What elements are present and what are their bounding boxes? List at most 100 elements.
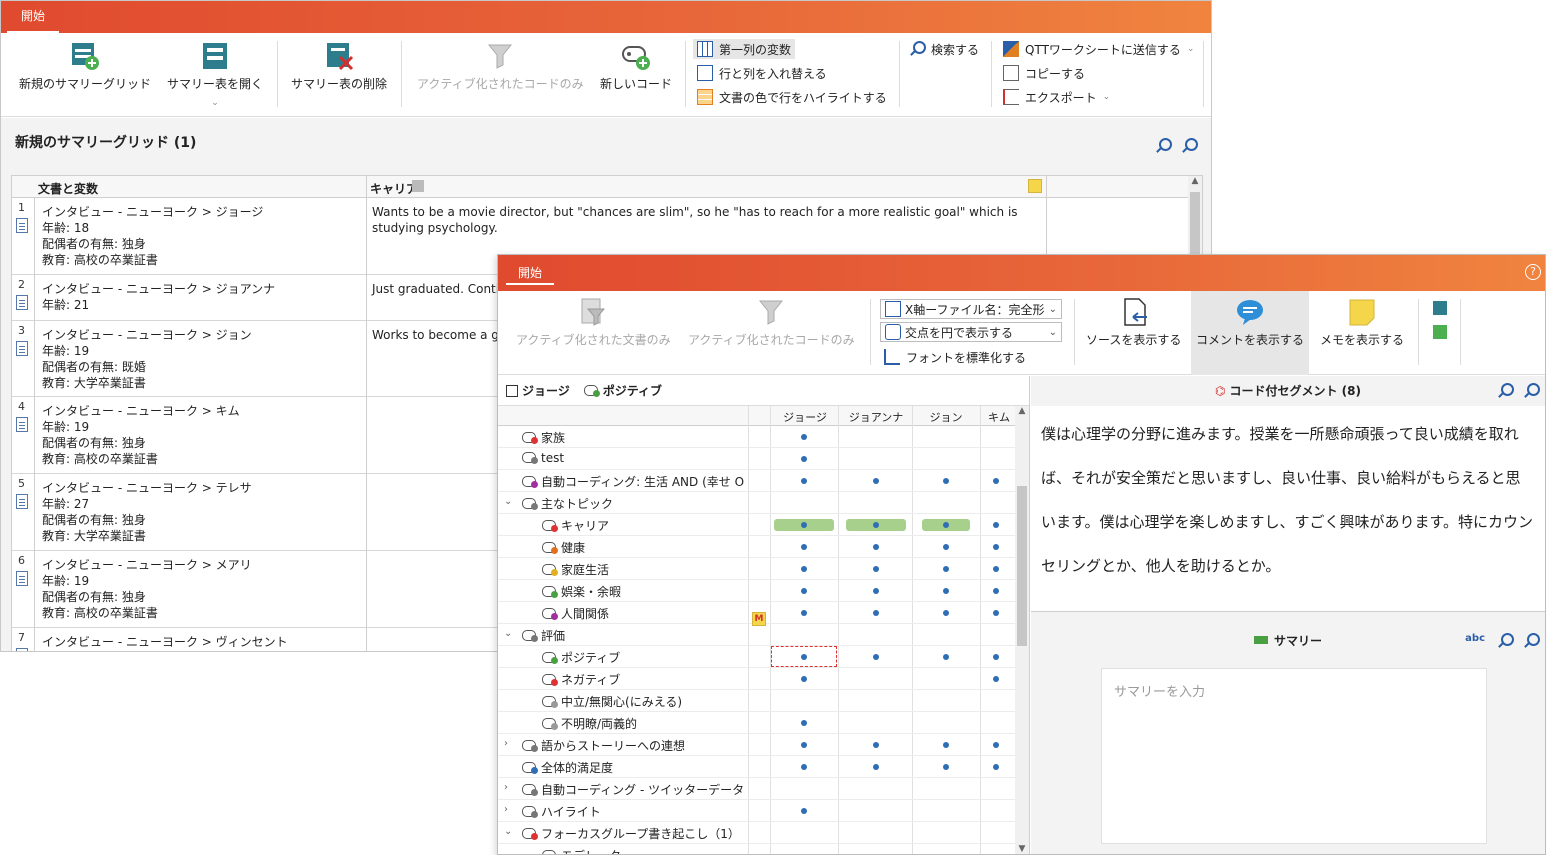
matrix-row[interactable]: 健康 bbox=[498, 536, 1015, 558]
intersection-dot[interactable] bbox=[801, 610, 807, 616]
zoom-out-icon[interactable] bbox=[1497, 633, 1514, 649]
export-grid-icon[interactable] bbox=[1433, 325, 1447, 339]
spellcheck-icon[interactable]: abc bbox=[1465, 624, 1485, 654]
column-header-career[interactable]: キャリア bbox=[370, 180, 418, 197]
intersection-dot[interactable] bbox=[943, 566, 949, 572]
column-header-joanna[interactable]: ジョアンナ bbox=[840, 409, 912, 425]
x-axis-select[interactable]: X軸ーファイル名：完全形 ⌄ bbox=[880, 299, 1062, 319]
intersection-dot[interactable] bbox=[873, 610, 879, 616]
intersection-dot[interactable] bbox=[801, 588, 807, 594]
chevron-down-icon[interactable]: ⌄ bbox=[504, 826, 512, 837]
intersection-dot[interactable] bbox=[993, 742, 999, 748]
intersection-dot[interactable] bbox=[993, 522, 999, 528]
intersection-dot[interactable] bbox=[801, 808, 807, 814]
intersection-dot[interactable] bbox=[873, 566, 879, 572]
matrix-row[interactable]: ポジティブ bbox=[498, 646, 1015, 668]
intersection-dot[interactable] bbox=[943, 588, 949, 594]
matrix-row[interactable]: 家族 bbox=[498, 426, 1015, 448]
intersection-dot[interactable] bbox=[801, 478, 807, 484]
column-header-john[interactable]: ジョン bbox=[912, 409, 980, 425]
delete-summary-table-button[interactable]: サマリー表の削除 bbox=[291, 41, 387, 92]
show-comments-button[interactable]: コメントを表示する bbox=[1191, 291, 1309, 375]
scroll-up-icon[interactable]: ▲ bbox=[1015, 406, 1029, 416]
column-settings-icon[interactable] bbox=[412, 180, 424, 192]
intersection-dot[interactable] bbox=[801, 720, 807, 726]
intersection-dot[interactable] bbox=[801, 764, 807, 770]
intersection-dot[interactable] bbox=[801, 742, 807, 748]
summary-input[interactable]: サマリーを入力 bbox=[1101, 668, 1487, 844]
show-memos-button[interactable]: メモを表示する bbox=[1320, 297, 1404, 348]
send-qtt-button[interactable]: QTTワークシートに送信する ⌄ bbox=[1003, 39, 1194, 59]
only-active-codes-button[interactable]: アクティブ化されたコードのみ bbox=[417, 41, 584, 92]
intersection-dot[interactable] bbox=[801, 676, 807, 682]
intersection-dot[interactable] bbox=[993, 478, 999, 484]
help-icon[interactable]: ? bbox=[1525, 264, 1541, 280]
search-button[interactable]: 検索する bbox=[909, 39, 979, 59]
matrix-row[interactable]: ⌄ 評価 bbox=[498, 624, 1015, 646]
show-source-button[interactable]: ソースを表示する bbox=[1086, 297, 1181, 348]
only-active-codes-button[interactable]: アクティブ化されたコードのみ bbox=[688, 297, 855, 348]
matrix-row[interactable]: › ハイライト bbox=[498, 800, 1015, 822]
intersection-dot[interactable] bbox=[801, 434, 807, 440]
matrix-row[interactable]: › 自動コーディング - ツイッターデータ bbox=[498, 778, 1015, 800]
column-header-george[interactable]: ジョージ bbox=[772, 409, 838, 425]
matrix-row[interactable]: test bbox=[498, 448, 1015, 470]
intersection-style-select[interactable]: 交点を円で表示する ⌄ bbox=[880, 322, 1062, 342]
intersection-dot[interactable] bbox=[943, 522, 949, 528]
intersection-dot[interactable] bbox=[943, 610, 949, 616]
highlight-rows-button[interactable]: 文書の色で行をハイライトする bbox=[697, 87, 887, 107]
intersection-dot[interactable] bbox=[873, 588, 879, 594]
intersection-dot[interactable] bbox=[993, 566, 999, 572]
grid-view-icon[interactable] bbox=[1433, 301, 1447, 315]
chevron-down-icon[interactable]: ⌄ bbox=[504, 496, 512, 507]
zoom-in-icon[interactable] bbox=[1523, 383, 1540, 399]
intersection-dot[interactable] bbox=[801, 522, 807, 528]
intersection-dot[interactable] bbox=[943, 654, 949, 660]
career-summary-cell[interactable]: Wants to be a movie director, but "chanc… bbox=[372, 204, 1032, 236]
scroll-up-icon[interactable]: ▲ bbox=[1188, 176, 1202, 186]
scrollbar-thumb[interactable] bbox=[1017, 486, 1027, 646]
zoom-out-icon[interactable] bbox=[1497, 383, 1514, 399]
matrix-row[interactable]: 娯楽・余暇 bbox=[498, 580, 1015, 602]
matrix-row[interactable]: › 語からストーリーへの連想 bbox=[498, 734, 1015, 756]
intersection-dot[interactable] bbox=[873, 522, 879, 528]
intersection-dot[interactable] bbox=[873, 742, 879, 748]
intersection-dot[interactable] bbox=[801, 566, 807, 572]
chevron-right-icon[interactable]: › bbox=[504, 804, 508, 815]
zoom-in-icon[interactable] bbox=[1523, 633, 1540, 649]
tab-start[interactable]: 開始 bbox=[7, 5, 60, 33]
chevron-down-icon[interactable]: ⌄ bbox=[1103, 92, 1111, 102]
new-summary-grid-button[interactable]: 新規のサマリーグリッド bbox=[19, 41, 151, 92]
intersection-dot[interactable] bbox=[801, 544, 807, 550]
column-header-docs[interactable]: 文書と変数 bbox=[38, 180, 98, 197]
matrix-row[interactable]: 全体的満足度 bbox=[498, 756, 1015, 778]
matrix-row[interactable]: ⌄ 主なトピック bbox=[498, 492, 1015, 514]
chevron-down-icon[interactable]: ⌄ bbox=[504, 628, 512, 639]
tab-start[interactable]: 開始 bbox=[506, 263, 555, 285]
first-column-variables-button[interactable]: 第一列の変数 bbox=[693, 39, 796, 59]
matrix-row[interactable]: 家庭生活 bbox=[498, 558, 1015, 580]
memo-m-icon[interactable]: M bbox=[752, 612, 766, 626]
new-code-button[interactable]: 新しいコード bbox=[600, 41, 672, 92]
swap-rows-columns-button[interactable]: 行と列を入れ替える bbox=[697, 63, 827, 83]
chevron-right-icon[interactable]: › bbox=[504, 782, 508, 793]
intersection-dot[interactable] bbox=[943, 742, 949, 748]
intersection-dot[interactable] bbox=[873, 764, 879, 770]
matrix-row[interactable]: 中立/無関心(にみえる) bbox=[498, 690, 1015, 712]
matrix-row[interactable]: ネガティブ bbox=[498, 668, 1015, 690]
chevron-down-icon[interactable]: ⌄ bbox=[1187, 44, 1195, 54]
intersection-dot[interactable] bbox=[943, 764, 949, 770]
zoom-out-icon[interactable] bbox=[1155, 138, 1172, 154]
zoom-in-icon[interactable] bbox=[1181, 138, 1198, 154]
intersection-dot[interactable] bbox=[993, 588, 999, 594]
intersection-dot[interactable] bbox=[943, 544, 949, 550]
intersection-dot[interactable] bbox=[873, 478, 879, 484]
chevron-down-icon[interactable]: ⌄ bbox=[167, 98, 263, 108]
matrix-row[interactable]: キャリア bbox=[498, 514, 1015, 536]
intersection-dot[interactable] bbox=[801, 456, 807, 462]
intersection-dot[interactable] bbox=[993, 676, 999, 682]
export-button[interactable]: エクスポート ⌄ bbox=[1003, 87, 1110, 107]
matrix-row[interactable]: モデレータ bbox=[498, 844, 1015, 854]
matrix-row[interactable]: ⌄ フォーカスグループ書き起こし（1） bbox=[498, 822, 1015, 844]
open-summary-table-button[interactable]: サマリー表を開く ⌄ bbox=[167, 41, 263, 108]
